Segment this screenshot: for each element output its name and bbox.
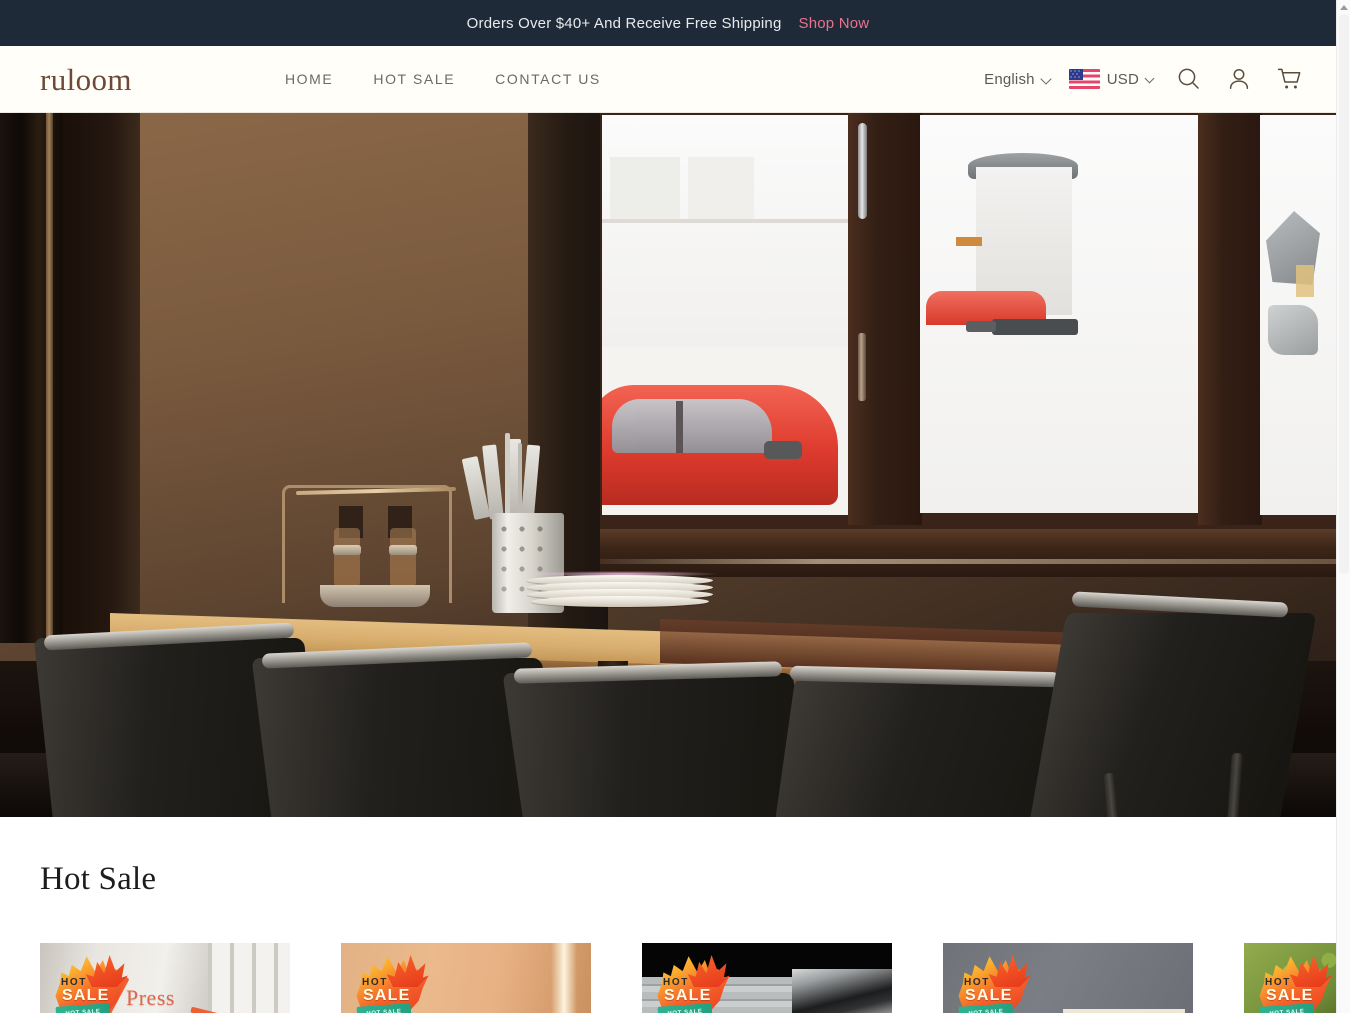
currency-value: USD	[1106, 70, 1139, 88]
page-content: Orders Over $40+ And Receive Free Shippi…	[0, 0, 1336, 1013]
account-icon	[1229, 68, 1249, 89]
page-scrollbar[interactable]	[1336, 0, 1350, 1013]
product-card[interactable]: HOT SALE HOT SALE	[341, 943, 591, 1013]
product-card[interactable]: HOT SALE HOT SALE	[1244, 943, 1336, 1013]
hero-banner-image[interactable]	[0, 113, 1336, 817]
scroll-up-arrow[interactable]	[1337, 0, 1350, 14]
language-selector[interactable]: English	[975, 71, 1060, 88]
announcement-bar: Orders Over $40+ And Receive Free Shippi…	[0, 0, 1336, 46]
account-button[interactable]	[1214, 54, 1264, 104]
main-navigation: HOME HOT SALE CONTACT US	[285, 71, 601, 87]
search-icon	[1178, 68, 1199, 89]
announcement-text: Orders Over $40+ And Receive Free Shippi…	[466, 14, 782, 32]
search-button[interactable]	[1164, 54, 1214, 104]
currency-selector[interactable]: USD	[1060, 69, 1164, 89]
nav-home[interactable]: HOME	[285, 71, 333, 87]
cart-icon	[1277, 68, 1300, 88]
us-flag-icon	[1068, 69, 1100, 89]
product-image	[1244, 943, 1336, 1013]
chevron-down-icon	[1146, 75, 1155, 84]
product-image	[341, 943, 591, 1013]
product-caption: Press	[126, 985, 175, 1010]
shop-now-link[interactable]: Shop Now	[799, 15, 870, 32]
hot-sale-section: Hot Sale Press HOT SALE HOT SALE HOT SAL…	[0, 817, 1336, 1013]
product-image	[943, 943, 1193, 1013]
product-grid: Press HOT SALE HOT SALE HOT SALE HOT SAL…	[40, 943, 1336, 1013]
site-logo[interactable]: ruloom	[40, 64, 132, 95]
cart-button[interactable]	[1264, 54, 1314, 104]
product-card[interactable]: HOT SALE HOT SALE	[642, 943, 892, 1013]
site-header: ruloom HOME HOT SALE CONTACT US English …	[0, 46, 1336, 113]
nav-contact-us[interactable]: CONTACT US	[495, 71, 601, 87]
window-frame	[600, 113, 1336, 529]
product-image: Press	[40, 943, 290, 1013]
nav-hot-sale[interactable]: HOT SALE	[373, 71, 455, 87]
language-value: English	[984, 70, 1035, 88]
header-utilities: English USD	[975, 54, 1314, 104]
product-image	[642, 943, 892, 1013]
product-card[interactable]: Press HOT SALE HOT SALE	[40, 943, 290, 1013]
section-title: Hot Sale	[40, 861, 157, 897]
scrollbar-thumb[interactable]	[1339, 14, 1349, 574]
hero-scene	[0, 113, 1336, 817]
browser-viewport: Orders Over $40+ And Receive Free Shippi…	[0, 0, 1350, 1013]
chevron-down-icon	[1042, 75, 1051, 84]
product-card[interactable]: HOT SALE HOT SALE	[943, 943, 1193, 1013]
